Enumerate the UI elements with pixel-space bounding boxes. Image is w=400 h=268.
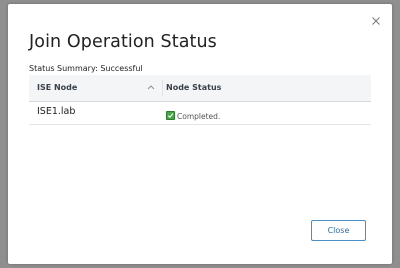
table-row: ISE1.lab Completed. [29, 102, 371, 125]
node-status-table: ISE Node Node Status ISE1.lab Completed. [29, 75, 371, 125]
column-header-node-status[interactable]: Node Status [166, 75, 221, 101]
cell-node-status: Completed. [166, 106, 221, 121]
status-text: Completed. [177, 112, 221, 121]
check-icon [166, 111, 175, 120]
table-header: ISE Node Node Status [29, 75, 371, 102]
chevron-up-icon[interactable] [147, 84, 155, 90]
join-status-dialog: Join Operation Status Status Summary: Su… [8, 4, 392, 264]
close-button[interactable]: Close [311, 220, 366, 241]
cell-node-name: ISE1.lab [37, 106, 76, 117]
close-icon[interactable] [370, 15, 382, 27]
dialog-title: Join Operation Status [29, 32, 217, 52]
column-header-ise-node[interactable]: ISE Node [37, 75, 77, 101]
status-summary: Status Summary: Successful [29, 64, 143, 73]
column-divider [162, 80, 163, 96]
